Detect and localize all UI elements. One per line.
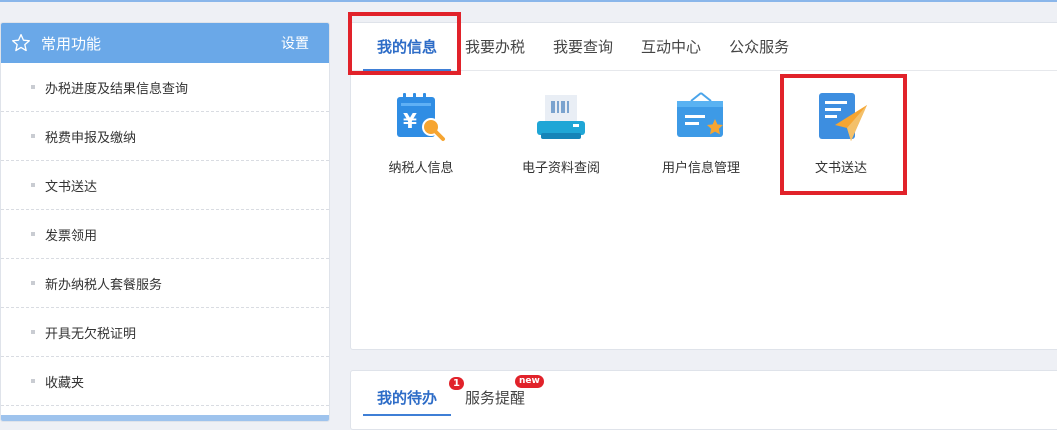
sidebar-item-label: 新办纳税人套餐服务 <box>45 277 163 293</box>
sidebar-item-label: 税费申报及缴纳 <box>45 130 137 146</box>
tab-my-info[interactable]: 我的信息 <box>363 22 452 71</box>
main-tabs: 我的信息 我要办税 我要查询 互动中心 公众服务 <box>351 23 1057 71</box>
tab-service-reminder[interactable]: 服务提醒 new <box>451 371 544 415</box>
app-grid: ¥ 纳税人信息 电子资料查阅 用户信息管理 文书送达 <box>351 71 1057 341</box>
common-functions-sidebar: 常用功能 设置 办税进度及结果信息查询 税费申报及缴纳 文书送达 发票领用 新办… <box>0 22 330 422</box>
bullet <box>31 379 35 383</box>
bullet <box>31 85 35 89</box>
tab-label: 服务提醒 <box>465 388 526 407</box>
bottom-tabs: 我的待办 1 服务提醒 new <box>351 371 1057 416</box>
sidebar-item-tax-declaration[interactable]: 税费申报及缴纳 <box>1 112 329 161</box>
bullet <box>31 183 35 187</box>
sidebar-item-label: 收藏夹 <box>45 375 85 391</box>
sidebar-item-invoice-claim[interactable]: 发票领用 <box>1 210 329 259</box>
sidebar-item-label: 文书送达 <box>45 179 98 195</box>
app-document-delivery[interactable]: 文书送达 <box>781 91 901 176</box>
sidebar-settings-link[interactable]: 设置 <box>281 33 309 53</box>
star-icon <box>12 34 31 52</box>
tab-tax-handling[interactable]: 我要办税 <box>451 22 539 70</box>
todo-panel: 我的待办 1 服务提醒 new <box>350 370 1057 430</box>
app-taxpayer-info[interactable]: ¥ 纳税人信息 <box>361 91 481 176</box>
sidebar-item-new-taxpayer-package[interactable]: 新办纳税人套餐服务 <box>1 259 329 308</box>
bullet <box>31 281 35 285</box>
my-info-panel: 我的信息 我要办税 我要查询 互动中心 公众服务 ¥ 纳税人信息 电子资料查阅 … <box>350 22 1057 350</box>
bullet <box>31 330 35 334</box>
app-label: 文书送达 <box>814 161 867 176</box>
new-badge: new <box>515 375 544 388</box>
sidebar-bottom-bar <box>1 415 329 421</box>
tab-label: 我的待办 <box>377 388 438 407</box>
app-label: 用户信息管理 <box>661 161 740 176</box>
sidebar-item-label: 开具无欠税证明 <box>45 326 137 342</box>
tab-public-service[interactable]: 公众服务 <box>715 22 803 70</box>
sidebar-item-no-arrears-certificate[interactable]: 开具无欠税证明 <box>1 308 329 357</box>
sidebar-item-label: 办税进度及结果信息查询 <box>45 81 189 97</box>
bullet <box>31 134 35 138</box>
tab-my-todo[interactable]: 我的待办 1 <box>363 371 464 416</box>
app-label: 电子资料查阅 <box>521 161 600 176</box>
app-e-document-query[interactable]: 电子资料查阅 <box>501 91 621 176</box>
sidebar-item-progress-query[interactable]: 办税进度及结果信息查询 <box>1 63 329 112</box>
sidebar-item-label: 发票领用 <box>45 228 98 244</box>
app-user-info-management[interactable]: 用户信息管理 <box>641 91 761 176</box>
tab-query[interactable]: 我要查询 <box>539 22 627 70</box>
svg-text:¥: ¥ <box>403 109 417 133</box>
sidebar-title: 常用功能 <box>41 34 102 53</box>
tab-interaction-center[interactable]: 互动中心 <box>627 22 715 70</box>
document-send-icon <box>819 93 867 141</box>
top-accent-line <box>0 0 1057 2</box>
user-info-folder-icon <box>677 92 723 137</box>
sidebar-header: 常用功能 设置 <box>1 23 329 63</box>
bullet <box>31 232 35 236</box>
app-label: 纳税人信息 <box>388 161 454 176</box>
sidebar-list: 办税进度及结果信息查询 税费申报及缴纳 文书送达 发票领用 新办纳税人套餐服务 … <box>1 63 329 406</box>
sidebar-item-document-delivery[interactable]: 文书送达 <box>1 161 329 210</box>
sidebar-item-favorites[interactable]: 收藏夹 <box>1 357 329 406</box>
taxpayer-info-icon: ¥ <box>397 93 445 141</box>
e-document-printer-icon <box>537 95 585 139</box>
